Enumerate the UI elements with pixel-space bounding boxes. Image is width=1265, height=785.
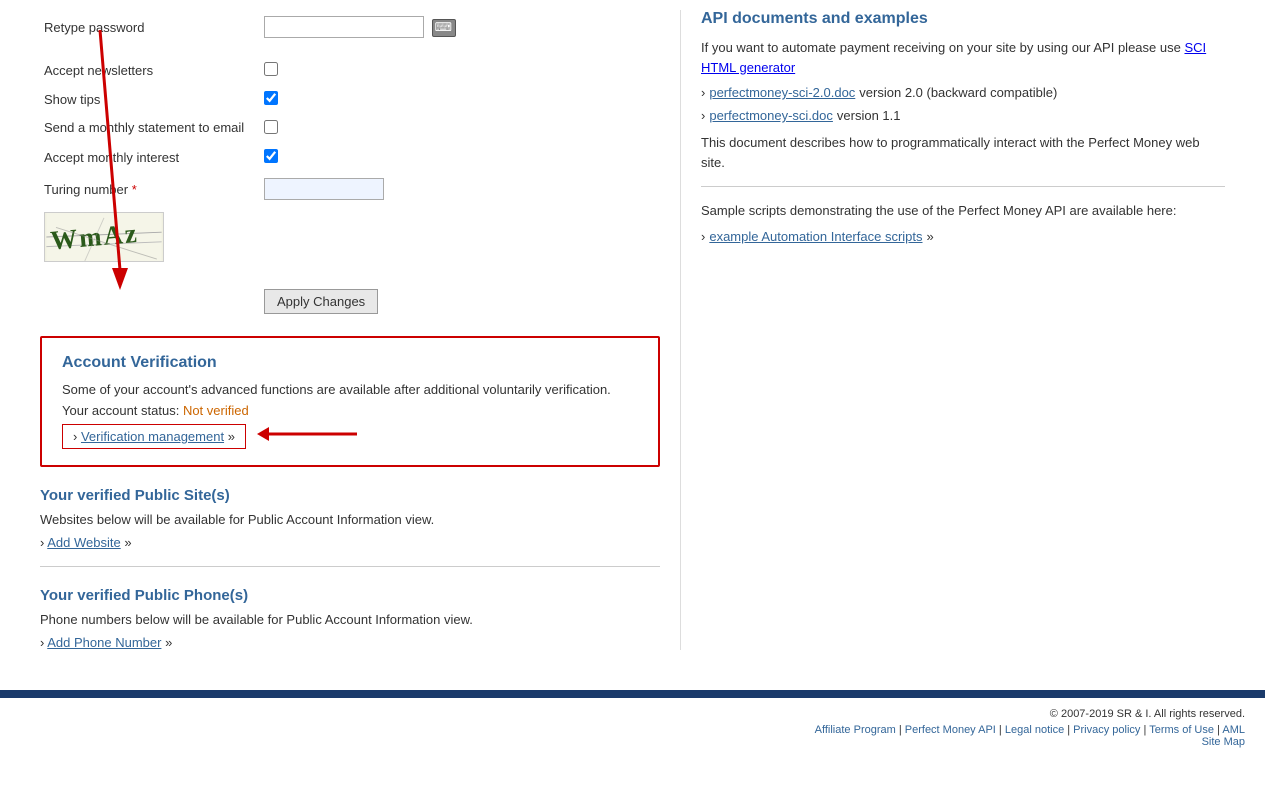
show-tips-checkbox[interactable] [264, 91, 278, 105]
apply-changes-row: Apply Changes [40, 283, 660, 320]
turing-required: * [132, 182, 137, 197]
public-phones-title: Your verified Public Phone(s) [40, 587, 660, 604]
captcha-row: WmAz [40, 206, 660, 271]
verification-box: Account Verification Some of your accoun… [40, 336, 660, 467]
accept-newsletters-label: Accept newsletters [40, 56, 260, 85]
right-divider [701, 186, 1225, 187]
api-example-suffix: » [927, 229, 934, 244]
footer-links: © 2007-2019 SR & I. All rights reserved.… [0, 698, 1265, 758]
footer-link-terms[interactable]: Terms of Use [1149, 724, 1214, 736]
captcha-cell: WmAz [40, 206, 260, 271]
footer-copyright: © 2007-2019 SR & I. All rights reserved. [20, 708, 1245, 720]
turing-cell [260, 172, 660, 206]
public-sites-link-row: › Add Website » [40, 535, 660, 550]
verification-link-box: › Verification management » [62, 424, 246, 449]
footer-link-sitemap[interactable]: Site Map [1202, 736, 1245, 748]
perfectmoney-sci2-link[interactable]: perfectmoney-sci-2.0.doc [709, 85, 855, 100]
footer-link-aml[interactable]: AML [1222, 724, 1245, 736]
footer-link-list: Affiliate Program | Perfect Money API | … [20, 724, 1245, 736]
footer-bar [0, 690, 1265, 698]
accept-newsletters-row: Accept newsletters [40, 56, 660, 85]
accept-interest-checkbox[interactable] [264, 149, 278, 163]
verification-title: Account Verification [62, 354, 638, 372]
footer-link-api[interactable]: Perfect Money API [905, 724, 996, 736]
send-statement-row: Send a monthly statement to email [40, 114, 660, 143]
right-panel: API documents and examples If you want t… [680, 10, 1225, 650]
accept-interest-label: Accept monthly interest [40, 143, 260, 172]
api-bullet-1: › [701, 85, 705, 100]
public-sites-desc: Websites below will be available for Pub… [40, 512, 660, 527]
send-statement-checkbox[interactable] [264, 120, 278, 134]
footer-sitemap-row: Site Map [20, 736, 1245, 748]
public-phones-link-row: › Add Phone Number » [40, 635, 660, 650]
verif-link-suffix: » [228, 429, 235, 444]
retype-password-input[interactable] [264, 16, 424, 38]
public-sites-bullet: › [40, 535, 44, 550]
account-status: Your account status: Not verified [62, 403, 638, 418]
example-automation-link[interactable]: example Automation Interface scripts [709, 229, 922, 244]
public-sites-suffix: » [124, 535, 131, 550]
api-title: API documents and examples [701, 10, 1225, 28]
turing-label: Turing number * [40, 172, 260, 206]
captcha-image: WmAz [44, 212, 164, 262]
perfectmoney-sci-link[interactable]: perfectmoney-sci.doc [709, 108, 833, 123]
public-phones-desc: Phone numbers below will be available fo… [40, 612, 660, 627]
show-tips-row: Show tips [40, 85, 660, 114]
main-content: Retype password Accept newsletters Show … [0, 0, 1265, 670]
divider1 [40, 566, 660, 567]
status-value: Not verified [183, 403, 249, 418]
api-example-row: › example Automation Interface scripts » [701, 229, 1225, 244]
retype-password-row: Retype password [40, 10, 660, 44]
footer-link-legal[interactable]: Legal notice [1005, 724, 1064, 736]
api-desc-2: version 1.1 [837, 108, 901, 123]
accept-interest-cell [260, 143, 660, 172]
captcha-svg: WmAz [45, 213, 163, 261]
api-sample-description: Sample scripts demonstrating the use of … [701, 201, 1225, 221]
retype-password-label: Retype password [40, 10, 260, 44]
footer-link-affiliate[interactable]: Affiliate Program [815, 724, 896, 736]
accept-newsletters-cell [260, 56, 660, 85]
send-statement-cell [260, 114, 660, 143]
api-bullet-2: › [701, 108, 705, 123]
form-table: Retype password Accept newsletters Show … [40, 10, 660, 320]
send-statement-label: Send a monthly statement to email [40, 114, 260, 143]
left-panel: Retype password Accept newsletters Show … [40, 10, 660, 650]
show-tips-label: Show tips [40, 85, 260, 114]
retype-password-cell [260, 10, 660, 44]
accept-interest-row: Accept monthly interest [40, 143, 660, 172]
api-doc-description: This document describes how to programma… [701, 133, 1225, 172]
verification-link-row: › Verification management » [62, 424, 638, 449]
api-desc-1: version 2.0 (backward compatible) [859, 85, 1057, 100]
arrow2-annotation [257, 419, 377, 452]
verification-description: Some of your account's advanced function… [62, 382, 638, 397]
footer-link-privacy[interactable]: Privacy policy [1073, 724, 1140, 736]
arrow2-svg [257, 419, 377, 449]
verif-link-prefix: › [73, 429, 77, 444]
turing-row: Turing number * [40, 172, 660, 206]
apply-changes-cell: Apply Changes [260, 283, 660, 320]
verification-management-link[interactable]: Verification management [81, 429, 224, 444]
api-example-bullet: › [701, 229, 705, 244]
show-tips-cell [260, 85, 660, 114]
turing-input[interactable] [264, 178, 384, 200]
api-description: If you want to automate payment receivin… [701, 38, 1225, 77]
apply-changes-button[interactable]: Apply Changes [264, 289, 378, 314]
keyboard-icon[interactable] [432, 19, 456, 37]
add-phone-link[interactable]: Add Phone Number [47, 635, 161, 650]
add-website-link[interactable]: Add Website [47, 535, 120, 550]
public-phones-suffix: » [165, 635, 172, 650]
public-phones-bullet: › [40, 635, 44, 650]
api-link-row-1: › perfectmoney-sci-2.0.doc version 2.0 (… [701, 85, 1225, 100]
page-wrapper: Retype password Accept newsletters Show … [0, 0, 1265, 785]
api-link-row-2: › perfectmoney-sci.doc version 1.1 [701, 108, 1225, 123]
accept-newsletters-checkbox[interactable] [264, 62, 278, 76]
public-sites-title: Your verified Public Site(s) [40, 487, 660, 504]
